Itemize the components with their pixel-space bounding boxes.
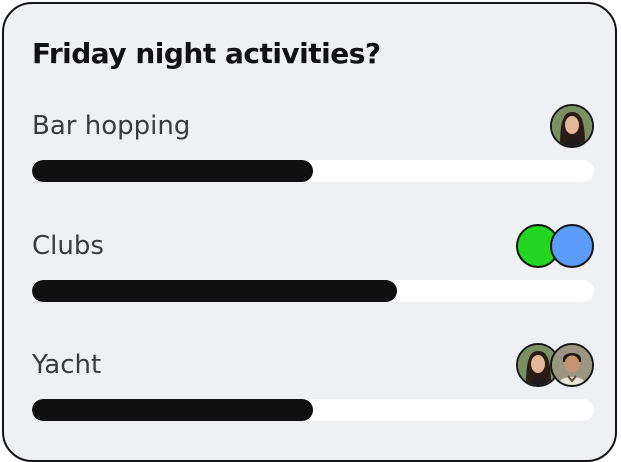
- option-label: Bar hopping: [32, 111, 191, 141]
- voter-avatars: [550, 104, 594, 148]
- poll-title: Friday night activities?: [32, 37, 381, 70]
- progress-track: [32, 280, 594, 302]
- progress-fill: [32, 399, 313, 421]
- option-label: Yacht: [32, 350, 102, 380]
- progress-fill: [32, 280, 398, 302]
- poll-card: Friday night activities? Bar hopping Clu…: [2, 2, 617, 462]
- woman-photo-avatar: [550, 104, 594, 148]
- voter-avatars: [516, 224, 594, 268]
- man-photo-avatar: [550, 343, 594, 387]
- progress-fill: [32, 160, 313, 182]
- option-label: Clubs: [32, 231, 104, 261]
- progress-track: [32, 399, 594, 421]
- voter-avatars: [516, 343, 594, 387]
- progress-track: [32, 160, 594, 182]
- blue-circle-avatar: [550, 224, 594, 268]
